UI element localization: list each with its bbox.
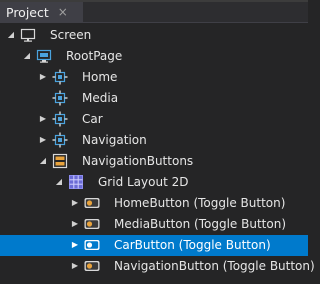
tree-item-label: Grid Layout 2D	[98, 175, 189, 189]
tree-item-homebutton[interactable]: ▶ HomeButton (Toggle Button)	[0, 193, 308, 214]
tree-item-navigationbuttons[interactable]: ◢ NavigationButtons	[0, 151, 308, 172]
tree-item-grid-layout-2d[interactable]: ◢ Grid Layout 2D	[0, 172, 308, 193]
toggle-button-icon	[84, 216, 100, 232]
tree-item-navigationbutton[interactable]: ▶ NavigationButton (Toggle Button)	[0, 256, 315, 277]
tree-item-carbutton[interactable]: ▶ CarButton (Toggle Button)	[0, 235, 308, 256]
page-component-icon	[52, 132, 68, 148]
tree-item-navigation[interactable]: ▶ Navigation	[0, 130, 308, 151]
tree-item-label: Car	[82, 112, 103, 126]
toggle-button-icon	[84, 195, 100, 211]
panel-tabbar: Project ×	[0, 2, 308, 22]
tree-item-car[interactable]: ▶ Car	[0, 109, 308, 130]
tree-item-mediabutton[interactable]: ▶ MediaButton (Toggle Button)	[0, 214, 308, 235]
collapsed-arrow-icon[interactable]: ▶	[70, 240, 80, 250]
collapsed-arrow-icon[interactable]: ▶	[38, 135, 48, 145]
stack-layout-icon	[52, 153, 68, 169]
tree-item-label: HomeButton (Toggle Button)	[114, 196, 286, 210]
tree-item-label: Screen	[50, 28, 92, 42]
tree-item-home[interactable]: ▶ Home	[0, 67, 308, 88]
tree-item-label: RootPage	[66, 49, 123, 63]
tree-item-media[interactable]: Media	[0, 88, 308, 109]
tree-item-label: NavigationButtons	[82, 154, 194, 168]
page-icon	[36, 48, 52, 64]
tree-item-label: Navigation	[82, 133, 147, 147]
tree-item-label: NavigationButton (Toggle Button)	[114, 259, 315, 273]
page-component-icon	[52, 69, 68, 85]
page-component-icon	[52, 90, 68, 106]
expanded-arrow-icon[interactable]: ◢	[6, 30, 16, 40]
collapsed-arrow-icon[interactable]: ▶	[70, 198, 80, 208]
tree-item-screen[interactable]: ◢ Screen	[0, 25, 308, 46]
toggle-button-icon	[84, 237, 100, 253]
tree-item-rootpage[interactable]: ◢ RootPage	[0, 46, 308, 67]
toggle-button-icon	[84, 258, 100, 274]
tree-item-label: Home	[82, 70, 118, 84]
expanded-arrow-icon[interactable]: ◢	[54, 177, 64, 187]
tab-underline	[0, 22, 308, 23]
close-icon[interactable]: ×	[58, 6, 68, 18]
tab-project-label: Project	[6, 4, 49, 20]
tree-item-label: MediaButton (Toggle Button)	[114, 217, 287, 231]
tree-item-label: CarButton (Toggle Button)	[114, 238, 271, 252]
monitor-icon	[20, 27, 36, 43]
page-component-icon	[52, 111, 68, 127]
tree-item-label: Media	[82, 91, 119, 105]
collapsed-arrow-icon[interactable]: ▶	[70, 219, 80, 229]
expanded-arrow-icon[interactable]: ◢	[22, 51, 32, 61]
expanded-arrow-icon[interactable]: ◢	[38, 156, 48, 166]
collapsed-arrow-icon[interactable]: ▶	[38, 72, 48, 82]
grid-layout-icon	[68, 174, 84, 190]
collapsed-arrow-icon[interactable]: ▶	[38, 114, 48, 124]
tab-project[interactable]: Project ×	[0, 2, 83, 22]
collapsed-arrow-icon[interactable]: ▶	[70, 261, 80, 271]
